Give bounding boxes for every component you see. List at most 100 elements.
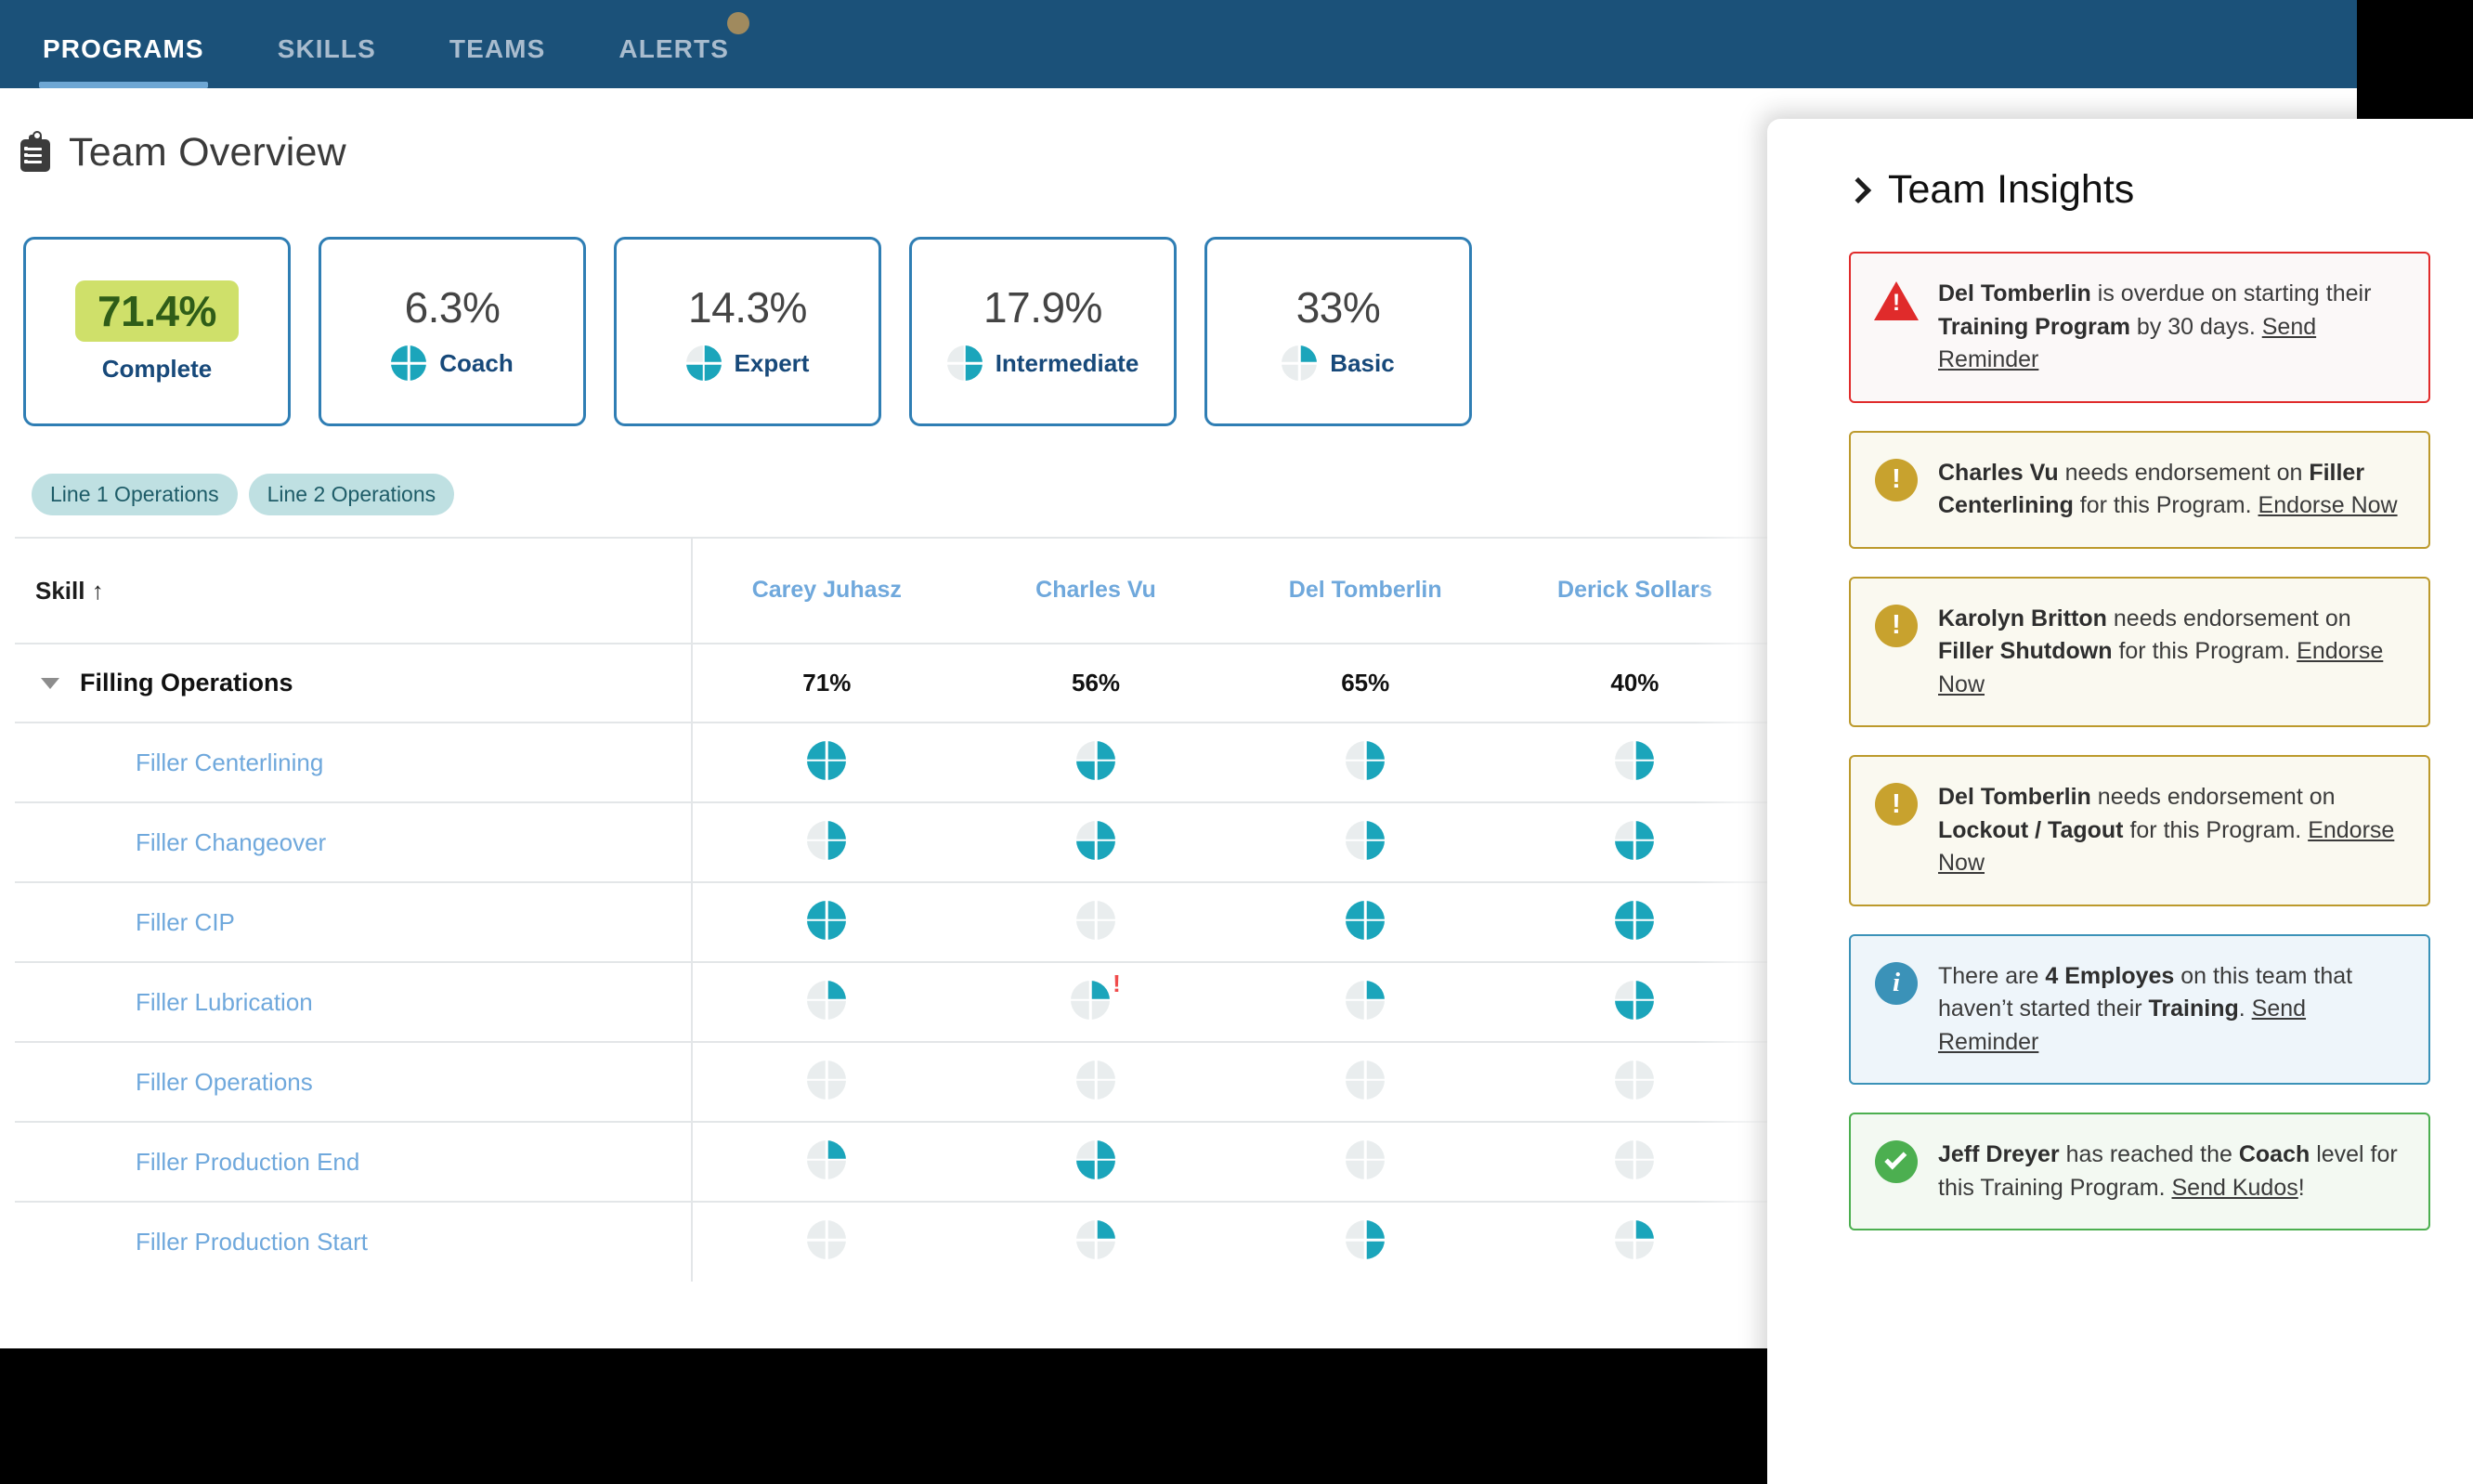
skill-level-pie-icon (807, 740, 847, 780)
skill-level-cell[interactable] (691, 881, 961, 962)
column-header-employee[interactable]: Charles Vu (961, 539, 1230, 644)
kpi-card-expert[interactable]: 14.3% Expert (614, 237, 881, 426)
group-name-label: Filling Operations (80, 669, 293, 696)
skill-level-cell[interactable] (1500, 961, 1770, 1042)
skill-name-cell[interactable]: Filler Changeover (15, 801, 693, 882)
filter-chip[interactable]: Line 1 Operations (32, 474, 238, 515)
skill-level-pie-icon (1615, 1220, 1655, 1259)
group-name-cell[interactable]: Filling Operations (15, 643, 693, 722)
skill-level-pie-icon (807, 900, 847, 940)
insight-emphasis: Del Tomberlin (1938, 280, 2091, 306)
chevron-down-icon[interactable] (41, 677, 59, 689)
skill-level-cell[interactable] (1500, 1041, 1770, 1122)
kpi-card-intermediate[interactable]: 17.9% Intermediate (909, 237, 1177, 426)
skill-name-cell[interactable]: Filler Production End (15, 1121, 693, 1202)
skill-level-cell[interactable] (1500, 801, 1770, 882)
skill-level-cell[interactable]: ! (960, 961, 1231, 1042)
team-insights-title: Team Insights (1888, 167, 2135, 212)
kpi-value: 14.3% (688, 283, 807, 332)
skill-level-cell[interactable] (1500, 1201, 1770, 1282)
insight-emphasis: Charles Vu (1938, 459, 2059, 486)
skill-name-cell[interactable]: Filler CIP (15, 881, 693, 962)
skill-level-pie-icon (1346, 980, 1386, 1020)
skill-level-cell[interactable] (1500, 881, 1770, 962)
skill-level-cell[interactable] (1230, 801, 1501, 882)
skill-name-cell[interactable]: Filler Operations (15, 1041, 693, 1122)
skill-level-cell[interactable] (960, 1201, 1231, 1282)
top-navigation-bar: PROGRAMS SKILLS TEAMS ALERTS (0, 0, 2357, 88)
expiring-alert-icon: ! (1113, 969, 1121, 997)
group-percent-cell: 65% (1230, 643, 1501, 722)
insight-text: There are 4 Employes on this team that h… (1938, 960, 2402, 1060)
skill-level-cell[interactable] (960, 881, 1231, 962)
kpi-label: Coach (439, 348, 514, 377)
skill-level-cell[interactable] (1230, 1201, 1501, 1282)
skill-level-cell[interactable] (960, 1041, 1231, 1122)
skill-level-cell-inner (1615, 900, 1655, 940)
skill-level-pie-icon (1615, 740, 1655, 780)
column-header-employee[interactable]: Carey Juhasz (692, 539, 961, 644)
skill-level-cell[interactable] (1230, 1041, 1501, 1122)
skill-level-cell[interactable] (691, 1041, 961, 1122)
skill-level-cell[interactable] (691, 1201, 961, 1282)
skill-level-pie-icon (946, 345, 983, 381)
skill-level-cell[interactable] (960, 722, 1231, 802)
insight-card-warn: ! Karolyn Britton needs endorsement on Fi… (1849, 576, 2430, 727)
column-header-employee[interactable]: Derick Sollars (1500, 539, 1769, 644)
skill-level-cell-inner (1615, 1060, 1655, 1100)
skill-level-cell[interactable] (1500, 1121, 1770, 1202)
skill-name-cell[interactable]: Filler Lubrication (15, 961, 693, 1042)
skill-level-cell-inner (807, 1139, 847, 1179)
nav-item-skills[interactable]: SKILLS (278, 34, 376, 88)
insight-card-warn: ! Charles Vu needs endorsement on Filler … (1849, 430, 2430, 549)
nav-item-teams[interactable]: TEAMS (449, 34, 546, 88)
insight-text-run: needs endorsement on (2090, 784, 2336, 810)
insight-emphasis: Training Program (1938, 313, 2130, 340)
skill-level-pie-icon (807, 1060, 847, 1100)
skill-level-cell[interactable] (1230, 881, 1501, 962)
skill-level-cell[interactable] (960, 1121, 1231, 1202)
insight-text: Charles Vu needs endorsement on Filler C… (1938, 457, 2402, 523)
column-header-employee[interactable]: Del Tomberlin (1230, 539, 1500, 644)
skill-level-pie-icon (1346, 1220, 1386, 1259)
kpi-card-coach[interactable]: 6.3% Coach (319, 237, 586, 426)
skill-level-cell-inner (807, 980, 847, 1020)
skill-level-cell[interactable] (960, 801, 1231, 882)
skill-level-cell-inner (1615, 980, 1655, 1020)
skill-name-cell[interactable]: Filler Centerlining (15, 722, 693, 802)
skill-level-cell-inner (807, 900, 847, 940)
kpi-label-row: Expert (685, 345, 809, 381)
kpi-card-complete[interactable]: 71.4% Complete (23, 237, 291, 426)
skill-level-pie-icon (1076, 900, 1115, 940)
skill-level-cell[interactable] (691, 961, 961, 1042)
insight-card-danger: Del Tomberlin is overdue on starting the… (1849, 252, 2430, 403)
skill-level-cell[interactable] (1500, 722, 1770, 802)
skill-level-cell[interactable] (1230, 722, 1501, 802)
insight-action-link[interactable]: Send Kudos (2172, 1175, 2298, 1201)
nav-item-alerts[interactable]: ALERTS (618, 12, 749, 88)
skill-level-cell-inner (1346, 1060, 1386, 1100)
filter-chip[interactable]: Line 2 Operations (248, 474, 455, 515)
skill-name-cell[interactable]: Filler Production Start (15, 1201, 693, 1282)
skill-level-pie-icon (1615, 1139, 1655, 1179)
skill-level-cell-inner (1076, 1139, 1115, 1179)
kpi-value: 6.3% (404, 283, 501, 332)
insight-emphasis: Coach (2238, 1141, 2310, 1167)
skill-level-cell-inner (1076, 820, 1115, 860)
kpi-label: Complete (101, 354, 213, 383)
skill-level-cell[interactable] (691, 1121, 961, 1202)
clipboard-icon (20, 130, 50, 172)
skill-level-cell-inner (1615, 1220, 1655, 1259)
skill-level-cell[interactable] (1230, 961, 1501, 1042)
skill-level-cell[interactable] (691, 722, 961, 802)
chevron-right-icon[interactable] (1844, 176, 1872, 203)
column-header-skill[interactable]: Skill ↑ (15, 539, 693, 644)
skill-level-cell[interactable] (1230, 1121, 1501, 1202)
skill-level-cell[interactable] (691, 801, 961, 882)
skill-level-cell-inner (807, 1060, 847, 1100)
insight-action-link[interactable]: Endorse Now (2258, 492, 2398, 518)
nav-item-programs[interactable]: PROGRAMS (39, 34, 208, 88)
kpi-card-basic[interactable]: 33% Basic (1204, 237, 1472, 426)
skill-level-pie-icon (1282, 345, 1318, 381)
insight-emphasis: 4 Employes (2045, 962, 2175, 989)
